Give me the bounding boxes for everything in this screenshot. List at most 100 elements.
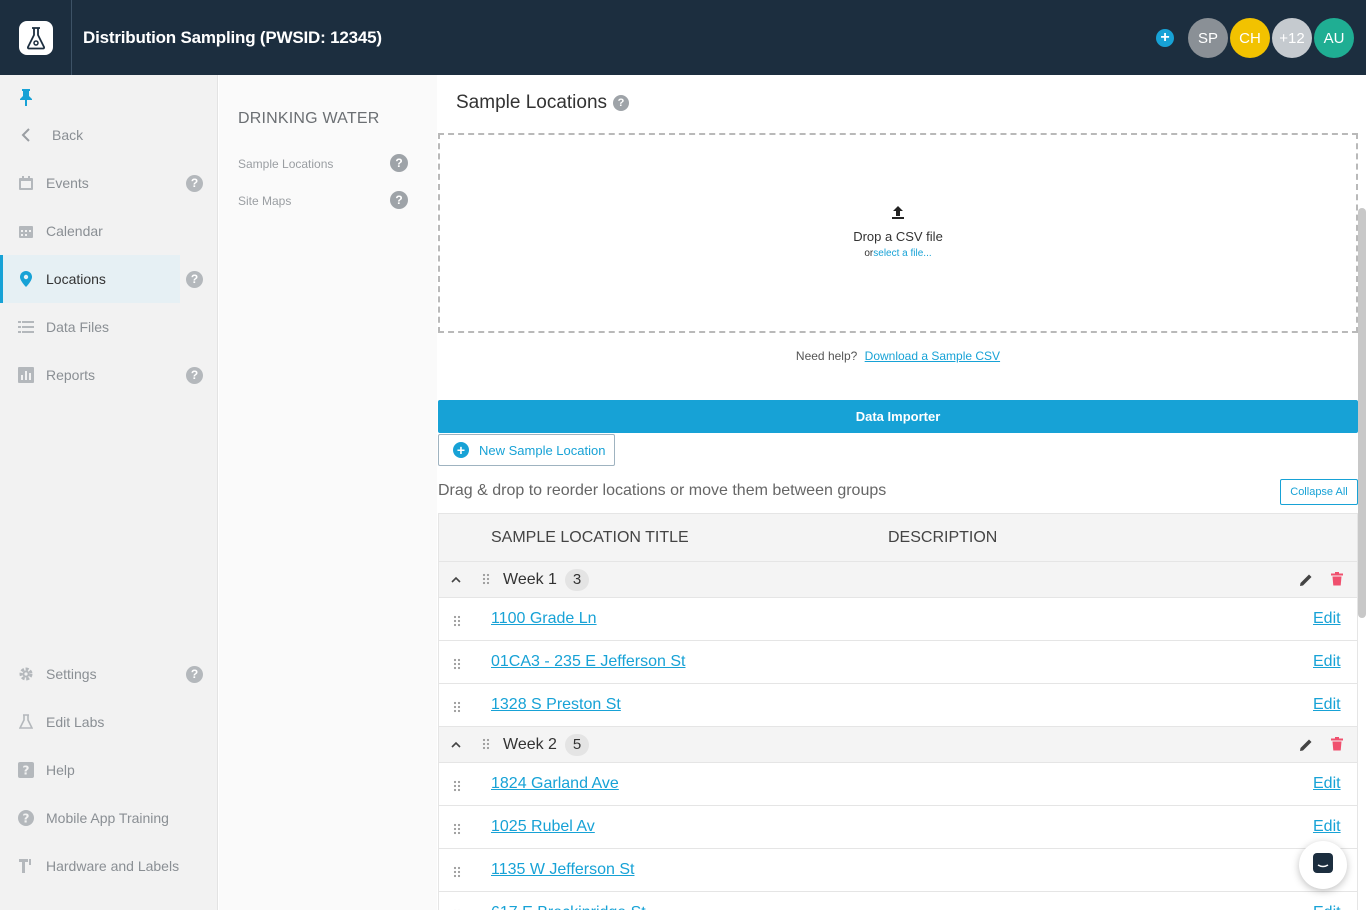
location-title-link[interactable]: 1135 W Jefferson St bbox=[491, 861, 634, 879]
nav-hardware[interactable]: Hardware and Labels bbox=[0, 842, 218, 890]
location-title-link[interactable]: 1328 S Preston St bbox=[491, 696, 621, 714]
nav-events[interactable]: Events ? bbox=[0, 159, 218, 207]
nav-data-files[interactable]: Data Files bbox=[0, 303, 218, 351]
trash-icon[interactable] bbox=[1331, 737, 1343, 756]
subnav-item-sample-locations[interactable]: Sample Locations ? bbox=[238, 154, 428, 172]
pencil-icon[interactable] bbox=[1299, 573, 1313, 592]
nav-locations-label: Locations bbox=[46, 271, 106, 287]
title-help-icon[interactable]: ? bbox=[613, 95, 630, 111]
map-marker-icon bbox=[17, 270, 35, 288]
nav-help[interactable]: ? Help bbox=[0, 746, 218, 794]
trash-icon[interactable] bbox=[1331, 572, 1343, 591]
site-maps-help-icon[interactable]: ? bbox=[390, 191, 408, 209]
location-title-link[interactable]: 01CA3 - 235 E Jefferson St bbox=[491, 653, 685, 671]
drag-handle-icon[interactable] bbox=[453, 865, 461, 883]
gear-icon bbox=[17, 665, 35, 683]
data-importer-button[interactable]: Data Importer bbox=[438, 400, 1358, 433]
table-row: 1025 Rubel Av Edit bbox=[439, 806, 1357, 849]
nav-reports[interactable]: Reports ? bbox=[0, 351, 218, 399]
drag-handle-icon[interactable] bbox=[453, 700, 461, 718]
locations-table: SAMPLE LOCATION TITLE DESCRIPTION Week 1… bbox=[438, 513, 1358, 910]
group-count-badge: 5 bbox=[565, 734, 589, 756]
drag-handle-icon[interactable] bbox=[453, 822, 461, 840]
table-row: 1100 Grade Ln Edit bbox=[439, 598, 1357, 641]
edit-link[interactable]: Edit bbox=[1313, 610, 1341, 628]
chat-button[interactable] bbox=[1299, 841, 1347, 889]
locations-help-icon[interactable]: ? bbox=[186, 271, 203, 288]
edit-link[interactable]: Edit bbox=[1313, 653, 1341, 671]
subnav-item-label: Site Maps bbox=[238, 194, 292, 208]
chevron-up-icon[interactable] bbox=[451, 572, 461, 586]
avatar-more[interactable]: +12 bbox=[1272, 18, 1312, 58]
table-row: 1328 S Preston St Edit bbox=[439, 684, 1357, 727]
nav-settings-label: Settings bbox=[46, 666, 97, 682]
nav-calendar[interactable]: Calendar bbox=[0, 207, 218, 255]
new-sample-location-button[interactable]: + New Sample Location bbox=[438, 434, 615, 466]
question-circle-icon: ? bbox=[17, 809, 35, 827]
new-sample-location-label: New Sample Location bbox=[479, 442, 606, 458]
pin-icon[interactable] bbox=[19, 88, 33, 111]
drag-handle-icon[interactable] bbox=[453, 657, 461, 675]
drag-handle-icon[interactable] bbox=[482, 737, 490, 755]
edit-link[interactable]: Edit bbox=[1313, 818, 1341, 836]
drag-handle-icon[interactable] bbox=[482, 572, 490, 590]
table-body: Week 1 3 1100 Grade Ln Edit 01CA3 - 235 E Je… bbox=[439, 562, 1357, 910]
upload-icon bbox=[440, 205, 1356, 224]
collapse-all-button[interactable]: Collapse All bbox=[1280, 479, 1358, 505]
flask-logo-icon[interactable] bbox=[18, 20, 53, 55]
logo-container[interactable] bbox=[0, 0, 72, 75]
avatar-au[interactable]: AU bbox=[1314, 18, 1354, 58]
avatar-ch[interactable]: CH bbox=[1230, 18, 1270, 58]
drag-handle-icon[interactable] bbox=[453, 614, 461, 632]
edit-link[interactable]: Edit bbox=[1313, 775, 1341, 793]
drag-hint: Drag & drop to reorder locations or move… bbox=[438, 482, 887, 499]
select-file-link[interactable]: select a file... bbox=[873, 248, 931, 259]
download-sample-csv-link[interactable]: Download a Sample CSV bbox=[865, 349, 1000, 363]
section-title: Sample Locations ? bbox=[456, 92, 630, 114]
drag-handle-icon[interactable] bbox=[453, 779, 461, 797]
subnav-item-site-maps[interactable]: Site Maps ? bbox=[238, 191, 428, 209]
table-header: SAMPLE LOCATION TITLE DESCRIPTION bbox=[439, 514, 1357, 562]
column-header-description: DESCRIPTION bbox=[888, 529, 998, 546]
avatar-sp[interactable]: SP bbox=[1188, 18, 1228, 58]
add-user-icon[interactable]: + bbox=[1156, 29, 1174, 47]
nav-mobile-training[interactable]: ? Mobile App Training bbox=[0, 794, 218, 842]
group-name: Week 2 bbox=[503, 736, 557, 753]
location-title-link[interactable]: 617 E Breckinridge St bbox=[491, 904, 646, 910]
nav-settings[interactable]: Settings ? bbox=[0, 650, 218, 698]
pencil-icon[interactable] bbox=[1299, 738, 1313, 757]
subnav-item-label: Sample Locations bbox=[238, 157, 334, 171]
plus-circle-icon: + bbox=[453, 442, 469, 458]
left-sidebar: Back Events ? Calendar Locations ? Data … bbox=[0, 75, 218, 910]
sub-navigation: DRINKING WATER Sample Locations ? Site M… bbox=[219, 75, 437, 910]
csv-dropzone[interactable]: Drop a CSV file orselect a file... bbox=[438, 133, 1358, 333]
nav-edit-labs[interactable]: Edit Labs bbox=[0, 698, 218, 746]
chevron-up-icon[interactable] bbox=[451, 737, 461, 751]
sample-locations-help-icon[interactable]: ? bbox=[390, 154, 408, 172]
table-row: 617 E Breckinridge St Edit bbox=[439, 892, 1357, 910]
location-title-link[interactable]: 1824 Garland Ave bbox=[491, 775, 619, 793]
drop-text: Drop a CSV file bbox=[853, 229, 943, 244]
scrollbar[interactable] bbox=[1358, 208, 1366, 618]
subnav-heading: DRINKING WATER bbox=[238, 110, 380, 127]
page-title: Distribution Sampling (PWSID: 12345) bbox=[83, 27, 382, 47]
nav-back[interactable]: Back bbox=[0, 111, 218, 159]
chat-icon bbox=[1312, 852, 1334, 879]
settings-help-icon[interactable]: ? bbox=[186, 666, 203, 683]
location-title-link[interactable]: 1025 Rubel Av bbox=[491, 818, 595, 836]
group-row[interactable]: Week 2 5 bbox=[439, 727, 1357, 763]
location-title-link[interactable]: 1100 Grade Ln bbox=[491, 610, 597, 628]
group-count-badge: 3 bbox=[565, 569, 589, 591]
section-title-text: Sample Locations bbox=[456, 92, 608, 113]
flask-icon bbox=[17, 713, 35, 731]
edit-link[interactable]: Edit bbox=[1313, 696, 1341, 714]
calendar-icon bbox=[17, 222, 35, 240]
need-help-text: Need help? bbox=[795, 349, 858, 363]
nav-locations[interactable]: Locations bbox=[0, 255, 180, 303]
events-help-icon[interactable]: ? bbox=[186, 175, 203, 192]
edit-link[interactable]: Edit bbox=[1313, 904, 1341, 910]
table-row: 01CA3 - 235 E Jefferson St Edit bbox=[439, 641, 1357, 684]
reports-help-icon[interactable]: ? bbox=[186, 367, 203, 384]
group-row[interactable]: Week 1 3 bbox=[439, 562, 1357, 598]
nav-hardware-label: Hardware and Labels bbox=[46, 858, 180, 874]
